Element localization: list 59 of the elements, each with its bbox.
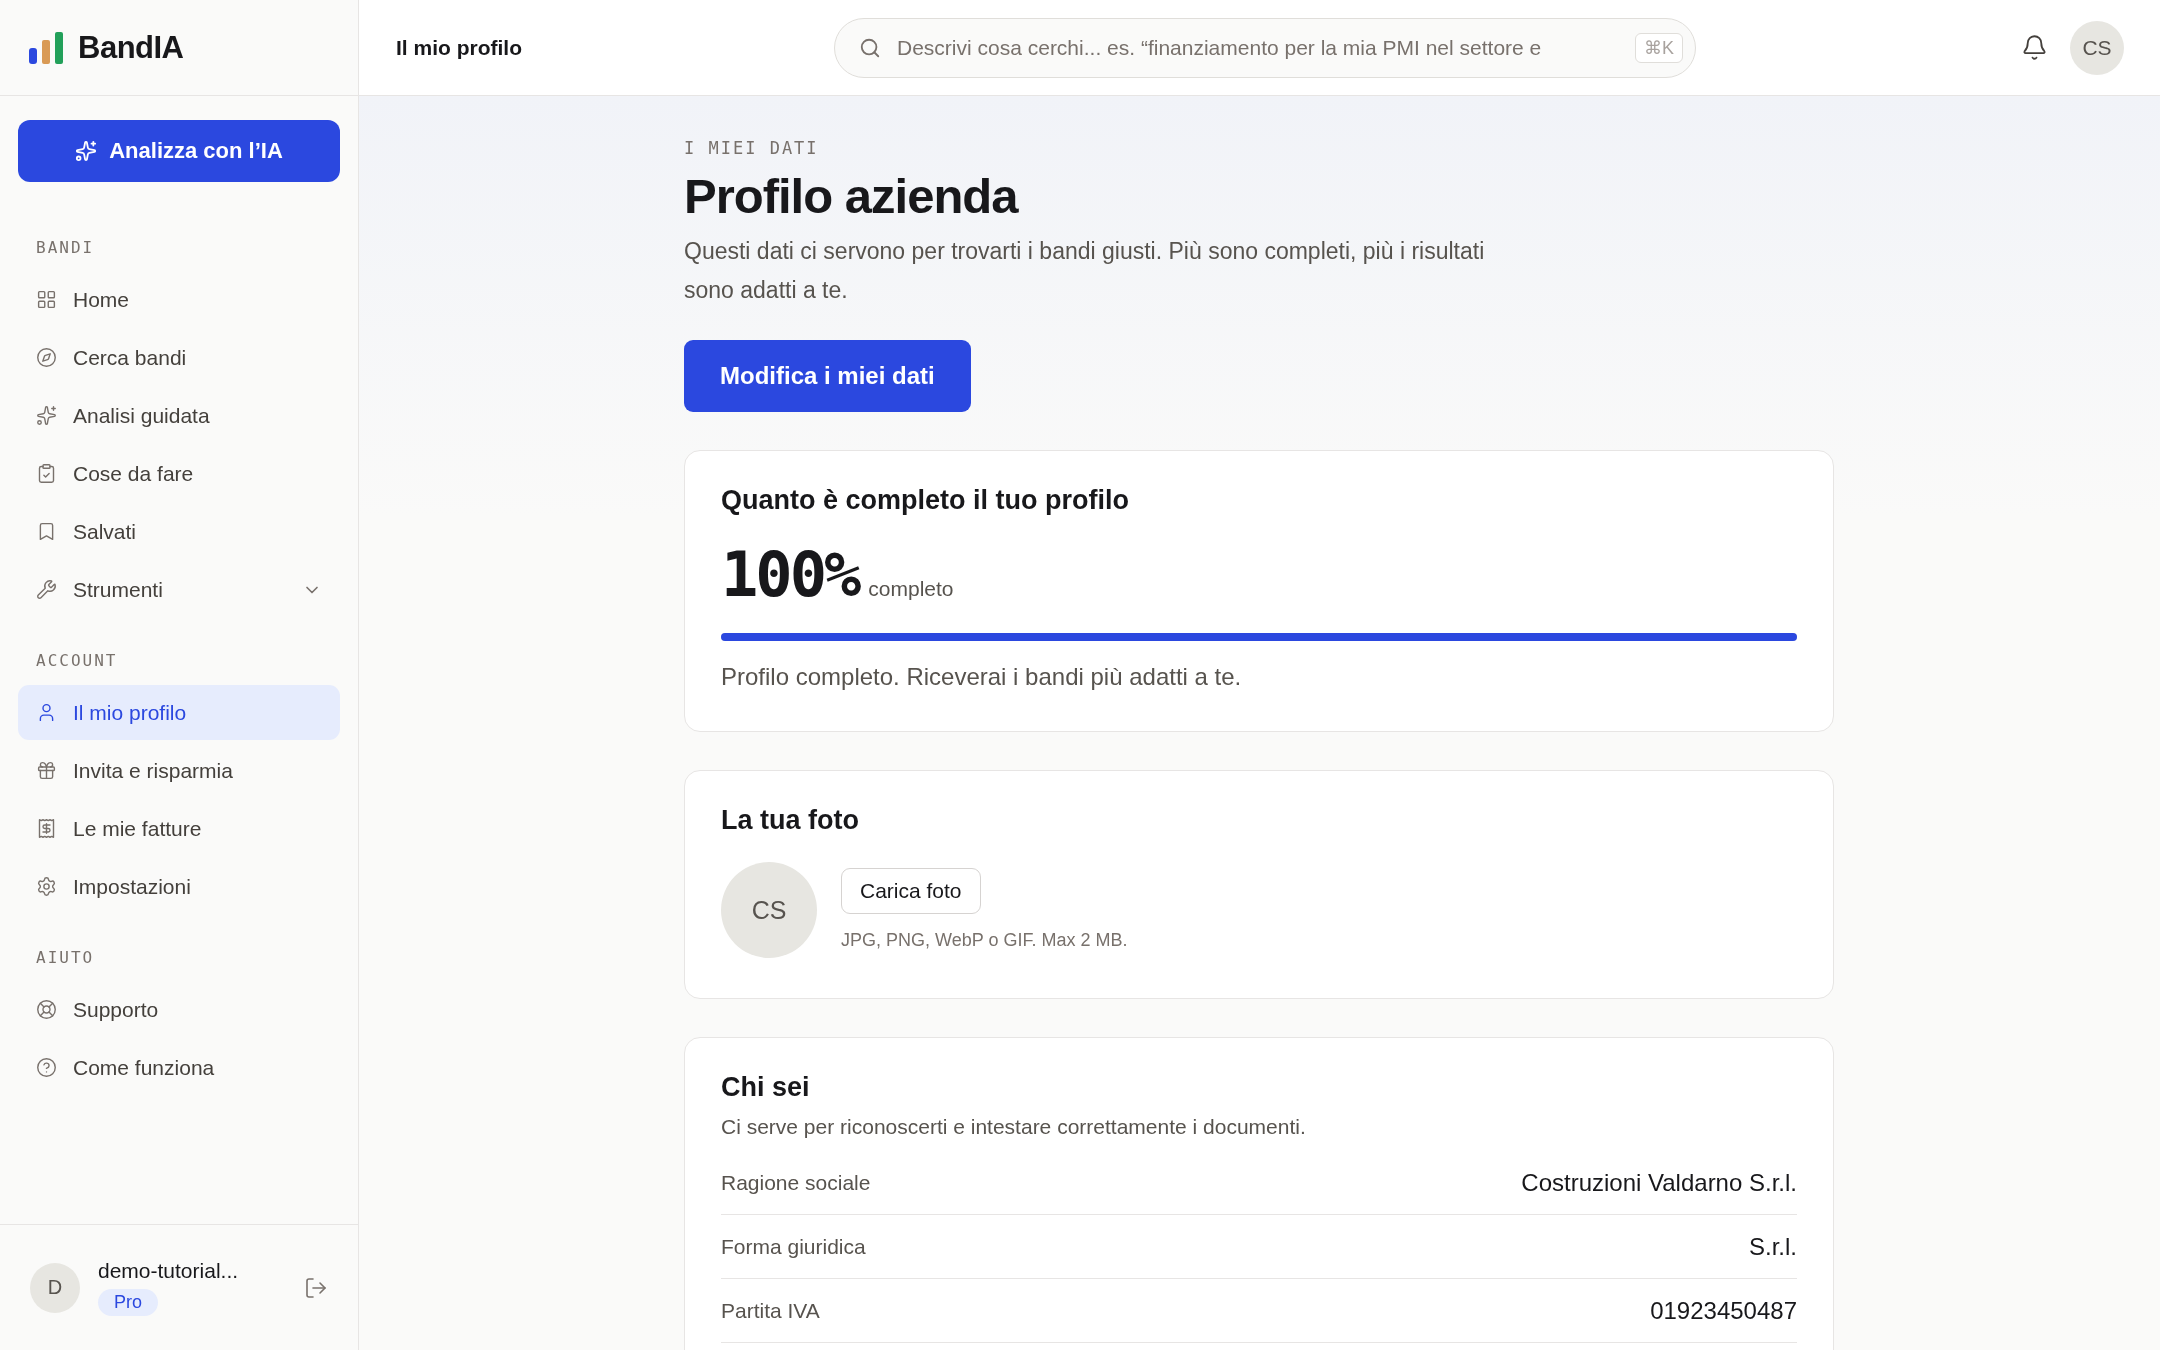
notifications-icon[interactable] — [2021, 34, 2048, 61]
user-name: demo-tutorial... — [98, 1259, 239, 1283]
nav-item[interactable]: Impostazioni — [18, 859, 340, 914]
nav-item[interactable]: Analisi guidata — [18, 388, 340, 443]
clipboard-check-icon — [36, 463, 57, 484]
plan-badge: Pro — [98, 1289, 158, 1316]
page-title: Il mio profilo — [396, 35, 523, 60]
nav-item[interactable]: Strumenti — [18, 562, 340, 617]
nav-item[interactable]: Home — [18, 272, 340, 327]
heading: Profilo azienda — [684, 168, 1020, 224]
field-value: S.r.l. — [1749, 1232, 1797, 1261]
user-avatar[interactable]: CS — [2070, 20, 2124, 75]
section-title: AIUTO — [35, 948, 96, 967]
wrench-icon — [36, 579, 57, 600]
nav-item[interactable]: Salvati — [18, 504, 340, 559]
lifebuoy-icon — [36, 999, 57, 1020]
card-title: Chi sei — [721, 1072, 811, 1103]
search-input[interactable]: Descrivi cosa cerchi... es. “finanziamento per la mia PMI nel settore e — [895, 34, 1621, 61]
status-message: Profilo completo. Riceverai i bandi più adatti a te. — [721, 663, 1243, 691]
gift-icon — [36, 760, 57, 781]
logo-icon — [28, 30, 64, 65]
shortcut-key: ⌘K — [1635, 32, 1683, 63]
percent-value: 100% — [721, 538, 859, 611]
field-label: Forma giuridica — [721, 1234, 866, 1259]
nav-item[interactable]: Le mie fatture — [18, 801, 340, 856]
nav-item[interactable]: Invita e risparmia — [18, 743, 340, 798]
brand-name: BandIA — [78, 29, 184, 66]
field-label: Ragione sociale — [721, 1170, 871, 1195]
field-value: Costruzioni Valdarno S.r.l. — [1521, 1168, 1797, 1197]
card-title: Quanto è completo il tuo profilo — [721, 485, 1130, 516]
upload-hint: JPG, PNG, WebP o GIF. Max 2 MB. — [841, 930, 1128, 951]
logout-icon[interactable] — [304, 1275, 328, 1300]
card-subtitle: Ci serve per riconoscerti e intestare correttamente i documenti. — [721, 1115, 1307, 1139]
upload-button[interactable]: Carica foto — [841, 868, 981, 914]
nav-item[interactable]: Come funziona — [18, 1040, 340, 1095]
edit-button[interactable]: Modifica i miei dati — [684, 340, 971, 412]
receipt-icon — [36, 818, 57, 839]
field-value: 01923450487 — [1650, 1296, 1797, 1325]
intro-text: Questi dati ci servono per trovarti i bandi giusti. Più sono completi, più i risultati sono adatti a te. — [684, 237, 1486, 305]
analyze-button[interactable]: Analizza con l’IA — [18, 120, 340, 182]
user-avatar[interactable]: D — [30, 1262, 80, 1313]
sparkles-icon — [75, 140, 98, 162]
section-title: BANDI — [35, 238, 96, 257]
eyebrow-label: I MIEI DATI — [684, 138, 820, 158]
sparkles-icon — [36, 405, 57, 426]
section-title: ACCOUNT — [35, 651, 119, 670]
settings-icon — [36, 876, 57, 897]
compass-icon — [36, 347, 57, 368]
grid-icon — [36, 289, 57, 310]
nav-item[interactable]: Cerca bandi — [18, 330, 340, 385]
field-label: Partita IVA — [721, 1298, 820, 1323]
search-icon — [859, 36, 881, 59]
card-title: La tua foto — [721, 805, 860, 836]
nav-item[interactable]: Supporto — [18, 982, 340, 1037]
profile-avatar: CS — [721, 862, 817, 958]
nav-item[interactable]: Il mio profilo — [18, 685, 340, 740]
help-icon — [36, 1057, 57, 1078]
percent-unit: completo — [868, 577, 954, 601]
nav-item[interactable]: Cose da fare — [18, 446, 340, 501]
